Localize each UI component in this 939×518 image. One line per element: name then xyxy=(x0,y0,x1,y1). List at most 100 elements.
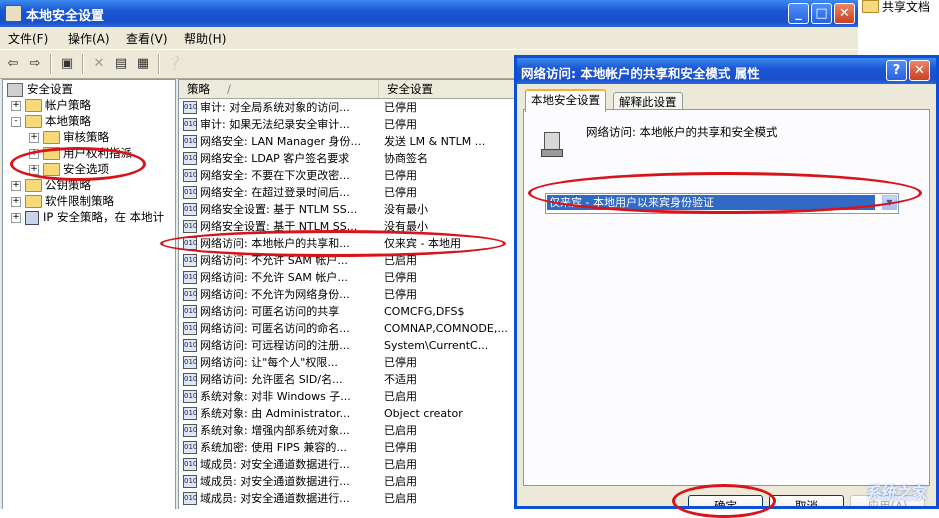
menu-action[interactable]: 操作(A) xyxy=(68,30,110,47)
policy-setting-cell: 已停用 xyxy=(384,271,417,284)
policy-binary-icon: 010 xyxy=(183,373,197,386)
properties-dialog: 网络访问: 本地帐户的共享和安全模式 属性 ? ✕ 本地安全设置 解释此设置 网… xyxy=(514,55,939,509)
policy-binary-icon: 010 xyxy=(183,441,197,454)
table-row[interactable]: 010 系统对象: 对非 Windows 子... 已启用 xyxy=(179,388,519,405)
menu-file[interactable]: 文件(F) xyxy=(8,30,48,47)
table-row[interactable]: 010 网络访问: 不允许为网络身份... 已停用 xyxy=(179,286,519,303)
dialog-title-bar[interactable]: 网络访问: 本地帐户的共享和安全模式 属性 ? ✕ xyxy=(517,58,936,84)
expand-icon[interactable]: + xyxy=(11,181,21,191)
tab-local-security-setting[interactable]: 本地安全设置 xyxy=(525,89,606,112)
help-icon[interactable]: ❔ xyxy=(166,55,184,73)
menu-help[interactable]: 帮助(H) xyxy=(184,30,226,47)
policy-name-label: 网络访问: 本地帐户的共享和安全模式 xyxy=(586,125,778,139)
table-row[interactable]: 010 网络访问: 让"每个人"权限... 已停用 xyxy=(179,354,519,371)
expand-icon[interactable]: + xyxy=(11,197,21,207)
chevron-down-icon[interactable]: ▼ xyxy=(882,195,897,210)
table-row[interactable]: 010 网络访问: 可匿名访问的共享 COMCFG,DFS$ xyxy=(179,303,519,320)
policy-name-cell: 网络访问: 不允许为网络身份... xyxy=(200,288,350,301)
close-button[interactable]: ✕ xyxy=(834,3,855,24)
policy-setting-cell: 已启用 xyxy=(384,492,417,505)
table-row[interactable]: 010 审计: 如果无法纪录安全审计... 已停用 xyxy=(179,116,519,133)
shared-docs-folder-icon[interactable] xyxy=(862,0,879,13)
minimize-button[interactable]: _ xyxy=(788,3,809,24)
table-row[interactable]: 010 网络安全: 在超过登录时间后... 已停用 xyxy=(179,184,519,201)
policy-name-cell: 网络访问: 本地帐户的共享和... xyxy=(200,237,350,250)
ok-button[interactable]: 确定 xyxy=(688,495,763,506)
policy-setting-cell: 已停用 xyxy=(384,118,417,131)
policy-binary-icon: 010 xyxy=(183,288,197,301)
up-folder-icon[interactable]: ▣ xyxy=(58,55,76,73)
desktop-label-shared-docs[interactable]: 共享文档 xyxy=(882,0,930,15)
dialog-title: 网络访问: 本地帐户的共享和安全模式 属性 xyxy=(521,66,760,81)
column-header-policy[interactable]: 策略 / xyxy=(179,80,379,98)
policy-binary-icon: 010 xyxy=(183,169,197,182)
policy-name-cell: 网络安全: 在超过登录时间后... xyxy=(200,186,350,199)
cancel-button[interactable]: 取消 xyxy=(769,495,844,506)
dialog-help-button[interactable]: ? xyxy=(886,60,907,81)
properties-icon[interactable]: ▤ xyxy=(112,55,130,73)
policy-binary-icon: 010 xyxy=(183,475,197,488)
policy-name-cell: 网络安全: 不要在下次更改密... xyxy=(200,169,350,182)
table-row[interactable]: 010 网络安全设置: 基于 NTLM SS... 没有最小 xyxy=(179,201,519,218)
table-row[interactable]: 010 网络安全: LDAP 客户签名要求 协商签名 xyxy=(179,150,519,167)
expand-icon[interactable]: + xyxy=(11,213,21,223)
table-row[interactable]: 010 网络访问: 可远程访问的注册... System\CurrentC... xyxy=(179,337,519,354)
policy-setting-cell: 已启用 xyxy=(384,254,417,267)
policy-name-cell: 审计: 对全局系统对象的访问... xyxy=(200,101,350,114)
column-header-setting[interactable]: 安全设置 xyxy=(379,80,519,98)
security-model-select[interactable]: 仅来宾 - 本地用户以来宾身份验证 ▼ xyxy=(545,193,899,214)
watermark-logo: 系统之家 xyxy=(866,484,927,502)
policy-setting-cell: 已启用 xyxy=(384,475,417,488)
expand-icon[interactable]: + xyxy=(29,149,39,159)
folder-icon xyxy=(25,195,42,208)
table-row[interactable]: 010 系统对象: 增强内部系统对象... 已启用 xyxy=(179,422,519,439)
policy-name-cell: 网络访问: 不允许 SAM 帐户... xyxy=(200,254,348,267)
table-row[interactable]: 010 网络安全: 不要在下次更改密... 已停用 xyxy=(179,167,519,184)
app-icon[interactable] xyxy=(5,5,22,22)
table-row[interactable]: 010 系统加密: 使用 FIPS 兼容的... 已停用 xyxy=(179,439,519,456)
policy-binary-icon: 010 xyxy=(183,254,197,267)
tree-label: 公钥策略 xyxy=(45,178,91,192)
toolbar-separator xyxy=(82,54,84,74)
policy-list[interactable]: 策略 / 安全设置 010 审计: 对全局系统对象的访问... 已停用 010 审计: 如… xyxy=(178,79,520,509)
policy-setting-cell: Object creator xyxy=(384,407,463,420)
forward-icon[interactable]: ⇨ xyxy=(26,55,44,73)
table-row[interactable]: 010 网络安全: LAN Manager 身份... 发送 LM & NTLM .… xyxy=(179,133,519,150)
table-row[interactable]: 010 系统对象: 由 Administrator... Object creato… xyxy=(179,405,519,422)
table-row[interactable]: 010 域成员: 对安全通道数据进行... 已启用 xyxy=(179,456,519,473)
expand-icon[interactable]: + xyxy=(11,101,21,111)
policy-name-cell: 域成员: 对安全通道数据进行... xyxy=(200,475,350,488)
table-row[interactable]: 010 网络访问: 本地帐户的共享和... 仅来宾 - 本地用 xyxy=(179,235,519,252)
table-row[interactable]: 010 域成员: 对安全通道数据进行... 已启用 xyxy=(179,490,519,507)
collapse-icon[interactable]: - xyxy=(11,117,21,127)
table-row[interactable]: 010 网络访问: 不允许 SAM 帐户... 已启用 xyxy=(179,252,519,269)
table-row[interactable]: 010 审计: 对全局系统对象的访问... 已停用 xyxy=(179,99,519,116)
policy-binary-icon: 010 xyxy=(183,271,197,284)
table-row[interactable]: 010 网络访问: 允许匿名 SID/名... 不适用 xyxy=(179,371,519,388)
policy-name-cell: 系统对象: 增强内部系统对象... xyxy=(200,424,350,437)
dialog-close-button[interactable]: ✕ xyxy=(909,60,930,81)
table-row[interactable]: 010 域成员: 对安全通道数据进行... 已启用 xyxy=(179,473,519,490)
tree-label: 帐户策略 xyxy=(45,98,91,112)
table-row[interactable]: 010 网络访问: 可匿名访问的命名... COMNAP,COMNODE,... xyxy=(179,320,519,337)
maximize-button[interactable]: □ xyxy=(811,3,832,24)
tree-pane[interactable]: 安全设置 + 帐户策略 - 本地策略 + 审核策略 + 用户权利指派 + 安全选… xyxy=(2,79,176,509)
table-row[interactable]: 010 网络安全设置: 基于 NTLM SS... 没有最小 xyxy=(179,218,519,235)
expand-icon[interactable]: + xyxy=(29,133,39,143)
close-icon: ✕ xyxy=(839,6,850,21)
toolbar-separator xyxy=(158,54,160,74)
back-icon[interactable]: ⇦ xyxy=(4,55,22,73)
main-title-bar[interactable]: 本地安全设置 _ □ ✕ xyxy=(0,0,858,27)
menu-view[interactable]: 查看(V) xyxy=(126,30,168,47)
policy-name-cell: 网络访问: 可远程访问的注册... xyxy=(200,339,350,352)
policy-binary-icon: 010 xyxy=(183,118,197,131)
policy-setting-cell: 已启用 xyxy=(384,424,417,437)
delete-icon[interactable]: ✕ xyxy=(90,55,108,73)
table-row[interactable]: 010 网络访问: 不允许 SAM 帐户... 已停用 xyxy=(179,269,519,286)
policy-name-cell: 域成员: 对安全通道数据进行... xyxy=(200,458,350,471)
list-header: 策略 / 安全设置 xyxy=(179,80,519,99)
folder-icon xyxy=(43,163,60,176)
export-icon[interactable]: ▦ xyxy=(134,55,152,73)
expand-icon[interactable]: + xyxy=(29,165,39,175)
policy-setting-cell: 已停用 xyxy=(384,169,417,182)
